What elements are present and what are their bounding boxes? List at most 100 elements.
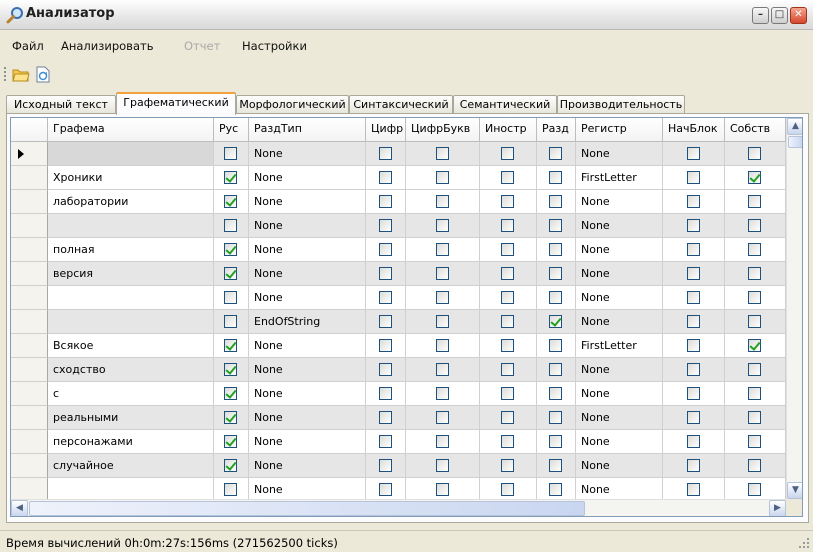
cell-tsifr-checkbox[interactable] xyxy=(366,238,406,262)
checkbox[interactable] xyxy=(686,339,700,352)
cell-grafema[interactable] xyxy=(48,286,214,310)
checkbox[interactable] xyxy=(549,147,562,160)
cell-nachblok-checkbox[interactable] xyxy=(663,430,725,454)
row-header[interactable] xyxy=(11,334,48,358)
cell-grafema[interactable]: Хроники xyxy=(48,166,214,190)
checkbox[interactable] xyxy=(549,315,562,328)
cell-grafema[interactable]: с xyxy=(48,382,214,406)
cell-inostr-checkbox[interactable] xyxy=(480,286,537,310)
checkbox[interactable] xyxy=(435,147,449,160)
checkbox[interactable] xyxy=(748,387,761,400)
row-header[interactable] xyxy=(11,238,48,262)
table-row[interactable]: Хроники None FirstLetter xyxy=(11,166,786,190)
col-header-inostr[interactable]: Иностр xyxy=(480,118,537,142)
cell-nachblok-checkbox[interactable] xyxy=(663,382,725,406)
table-row[interactable]: None None xyxy=(11,214,786,238)
checkbox[interactable] xyxy=(686,243,700,256)
cell-tsifrbukv-checkbox[interactable] xyxy=(406,310,480,334)
checkbox[interactable] xyxy=(501,171,514,184)
cell-tsifr-checkbox[interactable] xyxy=(366,310,406,334)
tab-source-text[interactable]: Исходный текст xyxy=(6,95,116,114)
checkbox[interactable] xyxy=(549,483,562,496)
tab-syntactic[interactable]: Синтаксический xyxy=(349,95,453,114)
cell-razdtip[interactable]: None xyxy=(249,382,366,406)
checkbox[interactable] xyxy=(748,459,761,472)
cell-tsifr-checkbox[interactable] xyxy=(366,286,406,310)
cell-grafema[interactable]: Всякое xyxy=(48,334,214,358)
cell-registr[interactable]: None xyxy=(576,286,663,310)
checkbox[interactable] xyxy=(378,291,392,304)
checkbox[interactable] xyxy=(686,315,700,328)
checkbox[interactable] xyxy=(501,387,514,400)
checkbox[interactable] xyxy=(378,147,392,160)
cell-registr[interactable]: FirstLetter xyxy=(576,334,663,358)
cell-tsifrbukv-checkbox[interactable] xyxy=(406,334,480,358)
cell-nachblok-checkbox[interactable] xyxy=(663,262,725,286)
menu-report[interactable]: Отчет xyxy=(184,39,220,53)
checkbox[interactable] xyxy=(435,267,449,280)
cell-razdtip[interactable]: EndOfString xyxy=(249,310,366,334)
checkbox[interactable] xyxy=(224,219,237,232)
cell-inostr-checkbox[interactable] xyxy=(480,382,537,406)
checkbox[interactable] xyxy=(748,243,761,256)
checkbox[interactable] xyxy=(501,435,514,448)
cell-rus-checkbox[interactable] xyxy=(214,406,249,430)
col-header-tsifr[interactable]: Цифр xyxy=(366,118,406,142)
cell-tsifrbukv-checkbox[interactable] xyxy=(406,286,480,310)
row-header[interactable] xyxy=(11,406,48,430)
scroll-left-button[interactable]: ◀ xyxy=(11,500,28,516)
resize-grip-icon[interactable] xyxy=(798,537,810,549)
cell-grafema[interactable]: персонажами xyxy=(48,430,214,454)
cell-razdtip[interactable]: None xyxy=(249,406,366,430)
checkbox[interactable] xyxy=(686,387,700,400)
cell-razdtip[interactable]: None xyxy=(249,454,366,478)
checkbox[interactable] xyxy=(748,219,761,232)
col-header-nachblok[interactable]: НачБлок xyxy=(663,118,725,142)
cell-grafema[interactable]: сходство xyxy=(48,358,214,382)
cell-rus-checkbox[interactable] xyxy=(214,310,249,334)
checkbox[interactable] xyxy=(501,195,514,208)
cell-razd-checkbox[interactable] xyxy=(537,334,576,358)
cell-nachblok-checkbox[interactable] xyxy=(663,166,725,190)
cell-grafema[interactable] xyxy=(48,142,214,166)
cell-nachblok-checkbox[interactable] xyxy=(663,142,725,166)
tab-graphematic[interactable]: Графематический xyxy=(116,92,236,115)
cell-inostr-checkbox[interactable] xyxy=(480,214,537,238)
scroll-down-button[interactable]: ▼ xyxy=(787,482,802,499)
tab-semantic[interactable]: Семантический xyxy=(453,95,557,114)
checkbox[interactable] xyxy=(748,411,761,424)
tab-performance[interactable]: Производительность xyxy=(557,95,685,114)
checkbox[interactable] xyxy=(435,387,449,400)
cell-sobstv-checkbox[interactable] xyxy=(725,358,786,382)
cell-nachblok-checkbox[interactable] xyxy=(663,190,725,214)
cell-tsifrbukv-checkbox[interactable] xyxy=(406,406,480,430)
cell-tsifrbukv-checkbox[interactable] xyxy=(406,430,480,454)
cell-rus-checkbox[interactable] xyxy=(214,454,249,478)
checkbox[interactable] xyxy=(686,219,700,232)
cell-nachblok-checkbox[interactable] xyxy=(663,406,725,430)
checkbox[interactable] xyxy=(748,171,761,184)
checkbox[interactable] xyxy=(549,387,562,400)
folder-open-icon[interactable] xyxy=(12,66,30,83)
cell-sobstv-checkbox[interactable] xyxy=(725,430,786,454)
checkbox[interactable] xyxy=(501,339,514,352)
cell-razdtip[interactable]: None xyxy=(249,214,366,238)
checkbox[interactable] xyxy=(378,315,392,328)
checkbox[interactable] xyxy=(686,363,700,376)
checkbox[interactable] xyxy=(501,219,514,232)
cell-tsifrbukv-checkbox[interactable] xyxy=(406,166,480,190)
cell-rus-checkbox[interactable] xyxy=(214,286,249,310)
checkbox[interactable] xyxy=(378,435,392,448)
cell-rus-checkbox[interactable] xyxy=(214,358,249,382)
checkbox[interactable] xyxy=(435,315,449,328)
cell-tsifr-checkbox[interactable] xyxy=(366,358,406,382)
cell-tsifr-checkbox[interactable] xyxy=(366,334,406,358)
cell-tsifr-checkbox[interactable] xyxy=(366,454,406,478)
checkbox[interactable] xyxy=(549,243,562,256)
checkbox[interactable] xyxy=(378,219,392,232)
cell-tsifr-checkbox[interactable] xyxy=(366,406,406,430)
checkbox[interactable] xyxy=(549,219,562,232)
checkbox[interactable] xyxy=(435,243,449,256)
title-bar[interactable]: Анализатор – □ ✕ xyxy=(0,0,813,30)
cell-grafema[interactable]: версия xyxy=(48,262,214,286)
